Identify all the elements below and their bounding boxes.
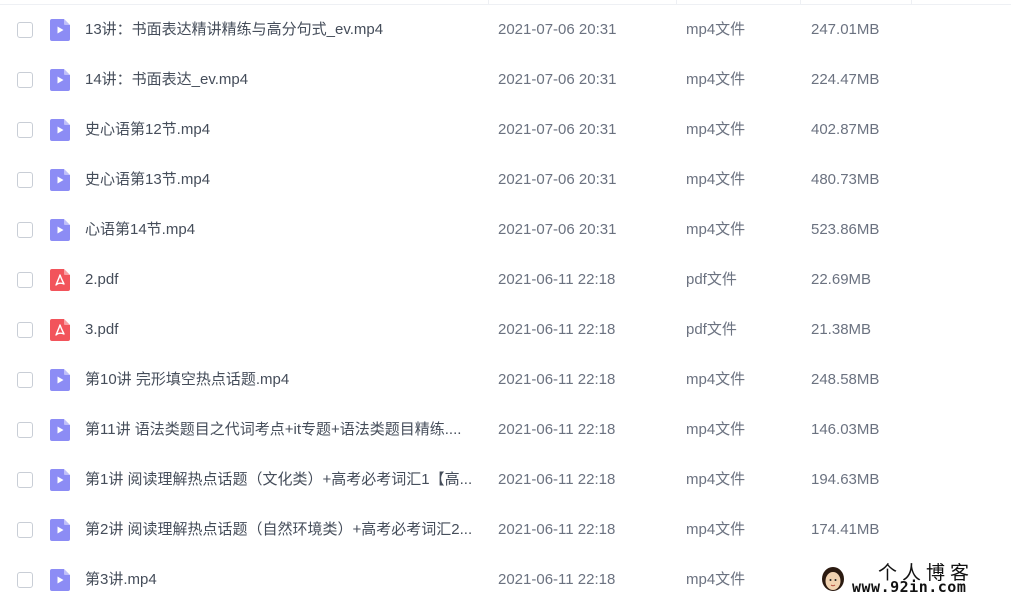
modified-date: 2021-07-06 20:31 bbox=[498, 221, 617, 238]
video-file-icon bbox=[50, 569, 70, 591]
modified-date: 2021-07-06 20:31 bbox=[498, 71, 617, 88]
file-type: pdf文件 bbox=[686, 271, 737, 288]
file-size: 402.87MB bbox=[811, 121, 880, 138]
file-size: 523.86MB bbox=[811, 221, 880, 238]
file-type: mp4文件 bbox=[686, 521, 746, 538]
modified-date: 2021-07-06 20:31 bbox=[498, 171, 617, 188]
file-row[interactable]: 史心语第13节.mp4 2021-07-06 20:31 mp4文件 480.73MB bbox=[0, 155, 1011, 205]
file-row[interactable]: 3.pdf 2021-06-11 22:18 pdf文件 21.38MB bbox=[0, 305, 1011, 355]
modified-date: 2021-06-11 22:18 bbox=[498, 321, 616, 338]
file-row[interactable]: 第10讲 完形填空热点话题.mp4 2021-06-11 22:18 mp4文件 24… bbox=[0, 355, 1011, 405]
file-size: 480.73MB bbox=[811, 171, 880, 188]
video-file-icon bbox=[50, 219, 70, 241]
file-name[interactable]: 2.pdf bbox=[85, 255, 477, 305]
modified-date: 2021-07-06 20:31 bbox=[498, 121, 617, 138]
file-row[interactable]: 2.pdf 2021-06-11 22:18 pdf文件 22.69MB bbox=[0, 255, 1011, 305]
row-checkbox[interactable] bbox=[17, 472, 33, 488]
video-file-icon bbox=[50, 119, 70, 141]
file-type: mp4文件 bbox=[686, 471, 746, 488]
modified-date: 2021-06-11 22:18 bbox=[498, 421, 616, 438]
video-file-icon bbox=[50, 169, 70, 191]
file-name[interactable]: 第1讲 阅读理解热点话题（文化类）+高考必考词汇1【高... bbox=[85, 455, 477, 505]
watermark-url: www.92in.com bbox=[852, 578, 967, 596]
pdf-file-icon bbox=[50, 269, 70, 291]
row-checkbox[interactable] bbox=[17, 172, 33, 188]
file-name[interactable]: 3.pdf bbox=[85, 305, 477, 355]
row-checkbox[interactable] bbox=[17, 422, 33, 438]
file-size: 22.69MB bbox=[811, 271, 872, 288]
file-row[interactable]: 心语第14节.mp4 2021-07-06 20:31 mp4文件 523.86MB bbox=[0, 205, 1011, 255]
file-name[interactable]: 第11讲 语法类题目之代词考点+it专题+语法类题目精练.... bbox=[85, 405, 477, 455]
file-name[interactable]: 史心语第13节.mp4 bbox=[85, 155, 477, 205]
row-checkbox[interactable] bbox=[17, 572, 33, 588]
file-row[interactable]: 第1讲 阅读理解热点话题（文化类）+高考必考词汇1【高... 2021-06-11… bbox=[0, 455, 1011, 505]
row-checkbox[interactable] bbox=[17, 222, 33, 238]
file-name[interactable]: 第10讲 完形填空热点话题.mp4 bbox=[85, 355, 477, 405]
file-row[interactable]: 14讲：书面表达_ev.mp4 2021-07-06 20:31 mp4文件 224.… bbox=[0, 55, 1011, 105]
pdf-file-icon bbox=[50, 319, 70, 341]
file-size: 247.01MB bbox=[811, 21, 880, 38]
file-row[interactable]: 史心语第12节.mp4 2021-07-06 20:31 mp4文件 402.87MB bbox=[0, 105, 1011, 155]
modified-date: 2021-06-11 22:18 bbox=[498, 471, 616, 488]
modified-date: 2021-07-06 20:31 bbox=[498, 21, 617, 38]
row-checkbox[interactable] bbox=[17, 272, 33, 288]
file-type: pdf文件 bbox=[686, 321, 737, 338]
file-size: 248.58MB bbox=[811, 371, 880, 388]
file-type: mp4文件 bbox=[686, 221, 746, 238]
video-file-icon bbox=[50, 69, 70, 91]
file-type: mp4文件 bbox=[686, 71, 746, 88]
modified-date: 2021-06-11 22:18 bbox=[498, 271, 616, 288]
modified-date: 2021-06-11 22:18 bbox=[498, 521, 616, 538]
file-list: 13讲：书面表达精讲精练与高分句式_ev.mp4 2021-07-06 20:31… bbox=[0, 5, 1011, 599]
row-checkbox[interactable] bbox=[17, 522, 33, 538]
file-name[interactable]: 第3讲.mp4 bbox=[85, 555, 477, 599]
file-size: 224.47MB bbox=[811, 71, 880, 88]
file-name[interactable]: 14讲：书面表达_ev.mp4 bbox=[85, 55, 477, 105]
file-name[interactable]: 心语第14节.mp4 bbox=[85, 205, 477, 255]
file-browser: 13讲：书面表达精讲精练与高分句式_ev.mp4 2021-07-06 20:31… bbox=[0, 0, 1011, 599]
video-file-icon bbox=[50, 369, 70, 391]
modified-date: 2021-06-11 22:18 bbox=[498, 371, 616, 388]
row-checkbox[interactable] bbox=[17, 322, 33, 338]
file-size: 21.38MB bbox=[811, 321, 872, 338]
file-type: mp4文件 bbox=[686, 21, 746, 38]
avatar-icon bbox=[822, 567, 844, 591]
file-type: mp4文件 bbox=[686, 421, 746, 438]
file-name[interactable]: 史心语第12节.mp4 bbox=[85, 105, 477, 155]
row-checkbox[interactable] bbox=[17, 22, 33, 38]
row-checkbox[interactable] bbox=[17, 122, 33, 138]
file-size: 146.03MB bbox=[811, 421, 880, 438]
file-row[interactable]: 13讲：书面表达精讲精练与高分句式_ev.mp4 2021-07-06 20:31… bbox=[0, 5, 1011, 55]
modified-date: 2021-06-11 22:18 bbox=[498, 571, 616, 588]
file-type: mp4文件 bbox=[686, 171, 746, 188]
file-row[interactable]: 第11讲 语法类题目之代词考点+it专题+语法类题目精练.... 2021-06-… bbox=[0, 405, 1011, 455]
file-type: mp4文件 bbox=[686, 121, 746, 138]
video-file-icon bbox=[50, 519, 70, 541]
file-name[interactable]: 第2讲 阅读理解热点话题（自然环境类）+高考必考词汇2... bbox=[85, 505, 477, 555]
row-checkbox[interactable] bbox=[17, 72, 33, 88]
video-file-icon bbox=[50, 469, 70, 491]
file-row[interactable]: 第2讲 阅读理解热点话题（自然环境类）+高考必考词汇2... 2021-06-11… bbox=[0, 505, 1011, 555]
video-file-icon bbox=[50, 419, 70, 441]
file-name[interactable]: 13讲：书面表达精讲精练与高分句式_ev.mp4 bbox=[85, 5, 477, 55]
file-type: mp4文件 bbox=[686, 371, 746, 388]
file-size: 174.41MB bbox=[811, 521, 880, 538]
file-type: mp4文件 bbox=[686, 571, 746, 588]
video-file-icon bbox=[50, 19, 70, 41]
watermark: 个人博客 www.92in.com bbox=[818, 556, 1008, 598]
file-size: 194.63MB bbox=[811, 471, 880, 488]
row-checkbox[interactable] bbox=[17, 372, 33, 388]
